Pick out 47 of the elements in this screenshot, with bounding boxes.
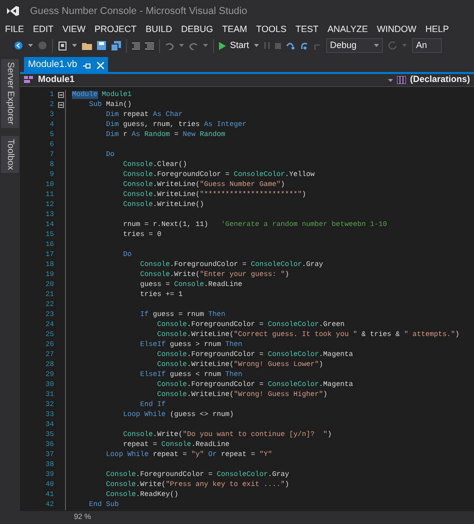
caret-icon[interactable] (388, 78, 393, 82)
pin-icon[interactable] (83, 62, 92, 68)
start-button[interactable]: Start (219, 38, 250, 52)
member-dropdown[interactable]: (Declarations) (410, 73, 470, 87)
menu-item[interactable]: WINDOW (374, 22, 422, 36)
menu-item[interactable]: TOOLS (253, 22, 292, 36)
menu-item[interactable]: PROJECT (92, 22, 143, 36)
menu-item[interactable]: ANALYZE (324, 22, 374, 36)
new-project-icon[interactable] (58, 40, 67, 50)
platform-dropdown[interactable]: An (412, 38, 442, 53)
module-icon (24, 76, 34, 84)
type-dropdown[interactable]: Module1 (38, 73, 75, 87)
play-icon[interactable] (219, 42, 226, 50)
menu-item[interactable]: BUILD (142, 22, 178, 36)
comment-icon[interactable] (132, 42, 140, 50)
save-all-icon[interactable] (111, 40, 121, 50)
back-icon[interactable] (14, 41, 23, 50)
save-icon[interactable] (97, 41, 106, 50)
members-icon (396, 76, 406, 84)
uncomment-icon[interactable] (145, 42, 154, 50)
window-title: Guess Number Console - Microsoft Visual Studio (30, 4, 248, 18)
caret-icon[interactable] (179, 44, 184, 47)
caret-icon[interactable] (203, 44, 208, 47)
caret-icon[interactable] (28, 44, 33, 47)
configuration-dropdown[interactable]: Debug (326, 38, 384, 53)
folder-icon[interactable] (82, 41, 92, 50)
collapse-icon[interactable] (58, 102, 64, 108)
close-icon[interactable] (97, 62, 104, 69)
document-tab[interactable]: Module1.vb (24, 57, 108, 74)
caret-icon[interactable] (374, 44, 380, 47)
redo-icon[interactable] (189, 42, 198, 50)
caret-icon[interactable] (72, 44, 77, 47)
side-panel-tab[interactable]: Server Explorer (1, 59, 19, 128)
menu-item[interactable]: TEAM (219, 22, 254, 36)
visual-studio-logo-icon (6, 5, 20, 17)
menu-item[interactable]: DEBUG (178, 22, 220, 36)
menu-item[interactable]: VIEW (60, 22, 92, 36)
side-panel-tab[interactable]: Toolbox (1, 136, 19, 173)
menu-item[interactable]: TEST (292, 22, 324, 36)
step-icon[interactable] (286, 41, 296, 50)
menu-item[interactable]: EDIT (30, 22, 60, 36)
menu-item[interactable]: HELP (422, 22, 455, 36)
undo-icon[interactable] (165, 42, 174, 50)
step-icon[interactable] (300, 41, 310, 50)
caret-icon[interactable] (254, 44, 260, 47)
menu-item[interactable]: FILE (2, 22, 30, 36)
collapse-icon[interactable] (58, 92, 64, 98)
